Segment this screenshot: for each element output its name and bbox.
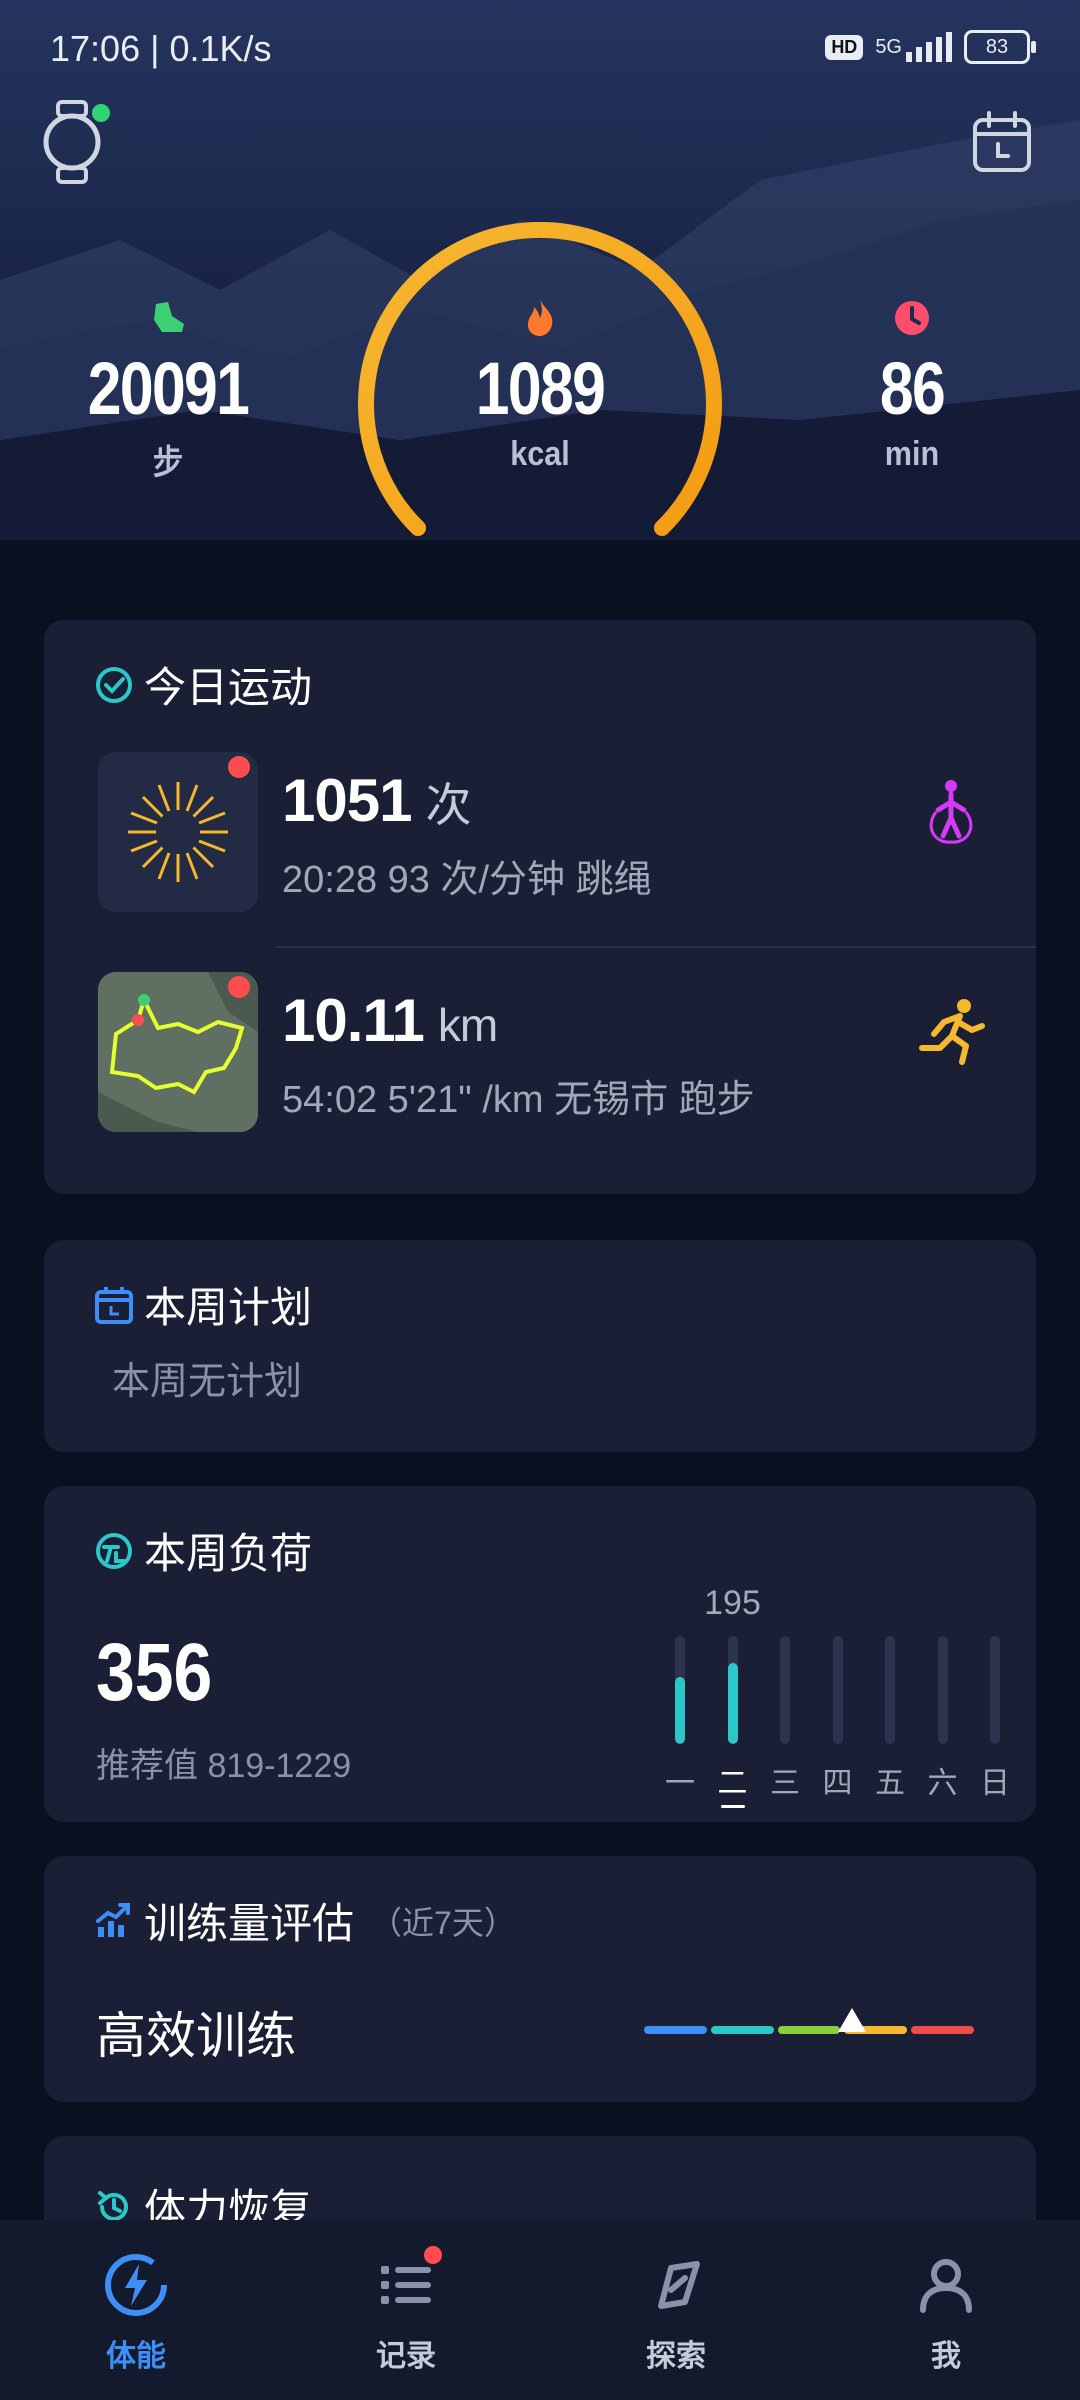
profile-icon (920, 2259, 972, 2313)
bar-peak-label: 195 (704, 1584, 761, 1622)
load-bar (780, 1636, 790, 1744)
tab-me-label: 我 (931, 2340, 961, 2373)
flame-icon (527, 300, 553, 336)
route-map-thumbnail (98, 972, 258, 1132)
shoe-icon (154, 302, 184, 332)
jump-rope-icon (929, 780, 973, 844)
active-minutes-stat[interactable]: 86 min (802, 298, 1022, 474)
load-bar (990, 1636, 1000, 1744)
tab-explore[interactable]: 探索 (586, 2250, 766, 2375)
battery-icon: 83 (964, 30, 1036, 64)
weekly-load-title-label: 本周负荷 (144, 1530, 313, 1577)
day-label: 一 (665, 1767, 695, 1800)
status-time: 17:06 | 0.1K/s (50, 28, 272, 69)
day-label: 五 (875, 1767, 905, 1800)
scale-segment (644, 2026, 707, 2034)
scale-segment (710, 2026, 774, 2034)
load-bar (885, 1636, 895, 1744)
connection-status-dot (92, 104, 110, 122)
weekly-load-chart: 195 一二三四五六日 (640, 1576, 1020, 1808)
tab-records[interactable]: 记录 (316, 2246, 496, 2375)
day-label: 二 (713, 1758, 753, 1808)
activity-jump-rope[interactable]: 1051 次 20:28 93 次/分钟 跳绳 (44, 740, 1036, 945)
running-details: 54:02 5'21" /km 无锡市 跑步 (282, 1079, 755, 1121)
scale-pointer (837, 2008, 866, 2032)
status-bar: 17:06 | 0.1K/s HD 5G 83 (0, 0, 1080, 100)
clock-icon (895, 301, 929, 335)
activity-running[interactable]: 10.11 km 54:02 5'21" /km 无锡市 跑步 (44, 960, 1036, 1165)
load-bar (675, 1636, 685, 1744)
compass-icon (658, 2261, 700, 2309)
activity-divider (276, 946, 1036, 948)
training-scale (644, 2008, 974, 2034)
fitness-icon (105, 2254, 167, 2316)
weekly-load-card[interactable]: 本周负荷 356 推荐值 819-1229 195 一二三四五六日 (44, 1486, 1036, 1822)
tab-explore-label: 探索 (646, 2340, 706, 2373)
calendar-icon[interactable] (972, 110, 1032, 174)
network-label: 5G (875, 35, 902, 58)
tab-fitness[interactable]: 体能 (46, 2250, 226, 2375)
load-gauge-icon (96, 1532, 132, 1569)
status-icons: HD 5G 83 (825, 30, 1036, 64)
jump-rope-count-unit: 次 (425, 779, 471, 831)
bottom-tab-bar: 体能 记录 探索 我 (0, 2220, 1080, 2400)
check-circle-icon (96, 666, 132, 703)
day-label: 六 (927, 1767, 958, 1800)
day-label: 四 (822, 1767, 853, 1800)
scale-segment (911, 2026, 974, 2034)
day-label: 日 (980, 1767, 1010, 1800)
steps-unit: 步 (152, 444, 184, 482)
load-bar-fill (675, 1677, 685, 1744)
weekly-load-title: 本周负荷 (94, 1520, 312, 1581)
tab-fitness-label: 体能 (106, 2340, 166, 2373)
jump-rope-count-value: 1051 (282, 767, 412, 834)
training-title-label: 训练量评估 (144, 1900, 355, 1947)
trend-chart-icon (96, 1902, 130, 1937)
calories-stat[interactable]: 1089 kcal (430, 298, 650, 474)
tab-me[interactable]: 我 (856, 2250, 1036, 2375)
minutes-unit: min (884, 435, 940, 473)
running-distance-unit: km (437, 999, 498, 1051)
hd-badge: HD (825, 34, 864, 60)
weekly-plan-card[interactable]: 本周计划 本周无计划 (44, 1240, 1036, 1452)
new-record-dot (228, 976, 250, 998)
running-icon (919, 999, 985, 1065)
weekly-plan-title: 本周计划 (94, 1274, 312, 1335)
weekly-plan-empty: 本周无计划 (112, 1361, 303, 1403)
training-subtitle: （近7天） (370, 1904, 516, 1941)
tab-records-label: 记录 (376, 2340, 436, 2373)
steps-value: 20091 (87, 347, 250, 430)
load-bar (832, 1636, 843, 1744)
jump-rope-count: 1051 次 (282, 766, 471, 835)
training-assessment-card[interactable]: 训练量评估 （近7天） 高效训练 (44, 1856, 1036, 2102)
load-bar-fill (727, 1663, 738, 1744)
jump-rope-thumbnail (98, 752, 258, 912)
signal-icon (906, 32, 952, 62)
running-distance-value: 10.11 (282, 987, 425, 1054)
weekly-load-value: 356 (96, 1627, 213, 1718)
today-exercise-card: 今日运动 1051 次 20:28 93 次/分钟 跳绳 10.11 km 54… (44, 620, 1036, 1194)
today-title[interactable]: 今日运动 (94, 654, 312, 715)
running-distance: 10.11 km (282, 986, 498, 1055)
training-title: 训练量评估 （近7天） (94, 1890, 516, 1951)
today-title-label: 今日运动 (144, 664, 313, 711)
steps-stat[interactable]: 20091 步 (58, 298, 278, 484)
load-bar (727, 1636, 738, 1744)
load-bar (937, 1636, 948, 1744)
jump-rope-details: 20:28 93 次/分钟 跳绳 (282, 859, 652, 901)
minutes-value: 86 (879, 347, 946, 430)
calories-unit: kcal (510, 435, 570, 473)
calendar-plan-icon (95, 1286, 133, 1324)
records-notification-dot (424, 2246, 442, 2264)
calories-value: 1089 (475, 347, 606, 430)
new-record-dot (228, 756, 250, 778)
weekly-load-recommendation: 推荐值 819-1229 (96, 1747, 352, 1785)
training-status: 高效训练 (96, 2008, 296, 2064)
day-label: 三 (770, 1767, 800, 1800)
weekly-plan-title-label: 本周计划 (144, 1284, 313, 1331)
scale-segment (777, 2026, 841, 2034)
